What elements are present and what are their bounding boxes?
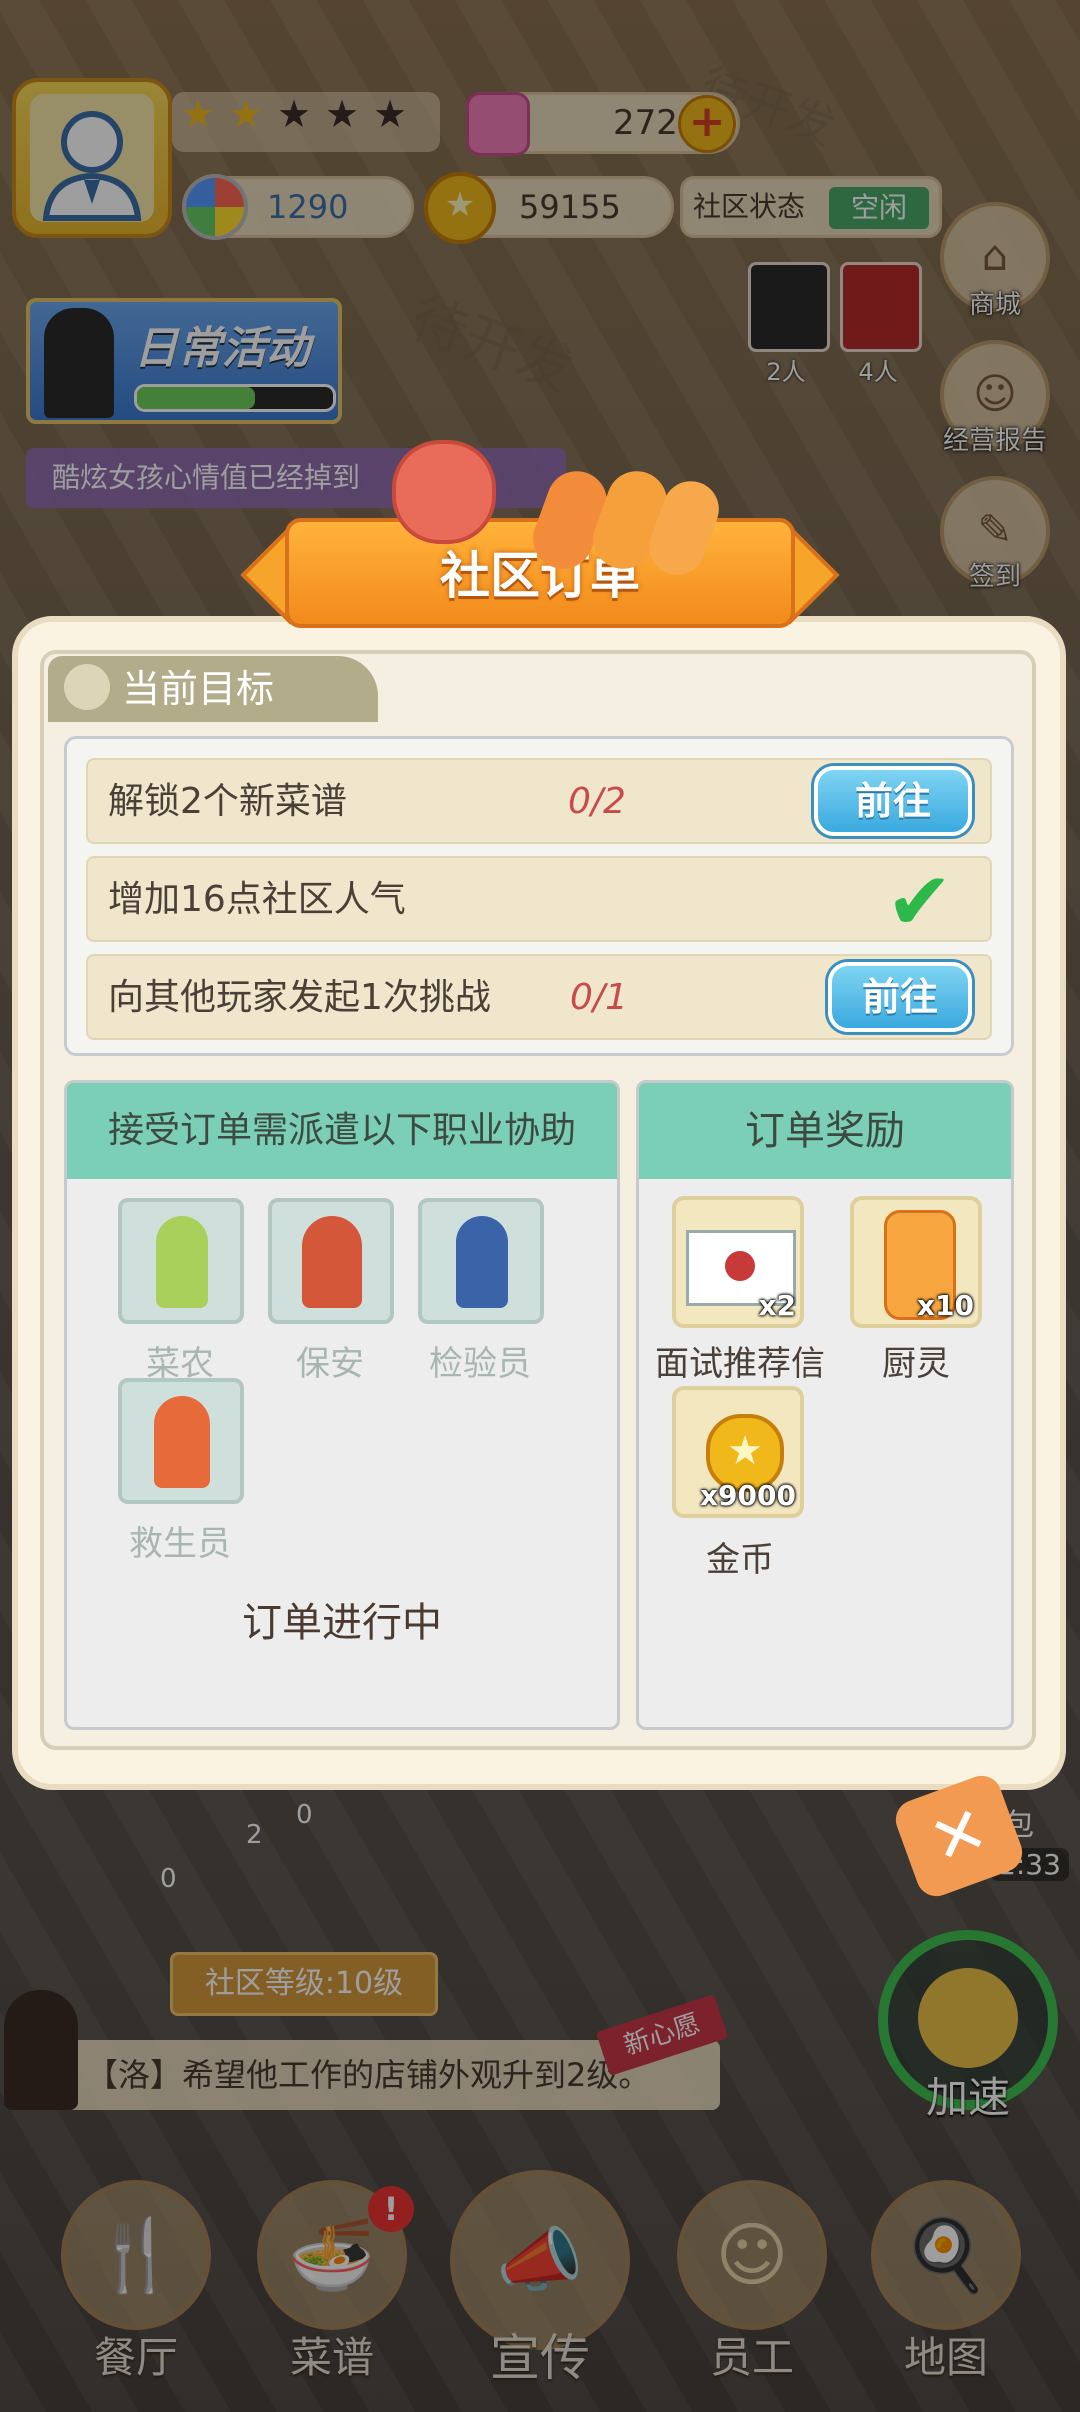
reward-label: 金币 [706, 1540, 774, 1580]
close-icon: ✕ [919, 1789, 998, 1882]
reward-letter-tile[interactable]: x2 [672, 1196, 804, 1328]
goto-recipes-button[interactable]: 前往 [814, 766, 972, 836]
reward-label: 厨灵 [882, 1344, 950, 1384]
goal-text: 增加16点社区人气 [108, 879, 406, 920]
goal-progress: 0/2 [568, 781, 626, 822]
reward-label: 面试推荐信 [655, 1344, 825, 1384]
goal-tab-label: 当前目标 [122, 667, 275, 711]
goal-row: 增加16点社区人气 [86, 856, 992, 942]
inspector-figure [456, 1216, 508, 1308]
goal-text: 向其他玩家发起1次挑战 [108, 977, 491, 1018]
reward-coin-tile[interactable]: ★ x9000 [672, 1386, 804, 1518]
checkmark-icon: ✔ [886, 855, 954, 948]
order-status: 订单进行中 [242, 1600, 442, 1646]
tomato-icon [392, 440, 496, 544]
job-inspector-tile[interactable] [418, 1198, 544, 1324]
job-farmer-tile[interactable] [118, 1198, 244, 1324]
reward-spirit-tile[interactable]: x10 [850, 1196, 982, 1328]
job-lifeguard-tile[interactable] [118, 1378, 244, 1504]
job-label: 检验员 [429, 1344, 531, 1384]
goal-text: 解锁2个新菜谱 [108, 781, 347, 822]
reward-qty: x10 [916, 1289, 974, 1322]
job-label: 保安 [296, 1344, 364, 1384]
reward-qty: x2 [758, 1289, 796, 1322]
jobs-header: 接受订单需派遣以下职业协助 [67, 1083, 617, 1179]
job-security-tile[interactable] [268, 1198, 394, 1324]
reward-qty: x9000 [700, 1479, 796, 1512]
goto-challenge-button[interactable]: 前往 [828, 962, 972, 1032]
goal-icon [64, 664, 110, 710]
rewards-header: 订单奖励 [639, 1083, 1011, 1179]
lifeguard-figure [154, 1396, 210, 1488]
security-figure [302, 1216, 362, 1308]
farmer-figure [156, 1216, 208, 1308]
goal-progress: 0/1 [570, 977, 628, 1018]
current-goal-tab: 当前目标 [48, 656, 378, 722]
job-label: 救生员 [129, 1524, 231, 1564]
